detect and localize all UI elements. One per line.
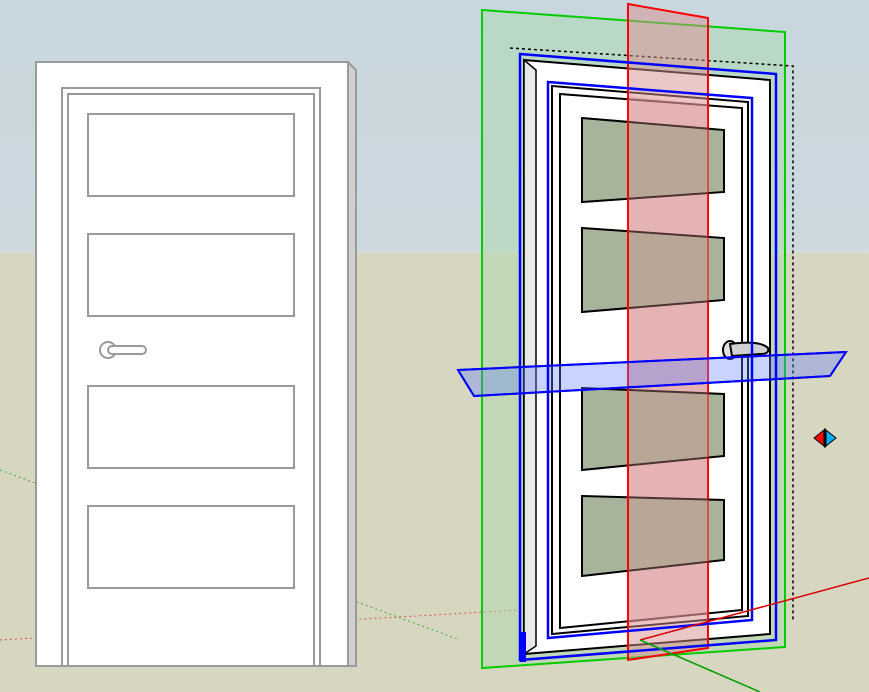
left-door-panel xyxy=(88,506,294,588)
scene-canvas[interactable] xyxy=(0,0,869,692)
selection-grip[interactable] xyxy=(520,632,526,662)
left-door-panel xyxy=(88,234,294,316)
model-viewport[interactable] xyxy=(0,0,869,692)
left-door-model[interactable] xyxy=(36,62,356,666)
left-door-panel xyxy=(88,386,294,468)
flip-along-indicator-icon[interactable] xyxy=(814,428,836,448)
left-door-panel xyxy=(88,114,294,196)
right-door-model[interactable] xyxy=(458,4,869,692)
